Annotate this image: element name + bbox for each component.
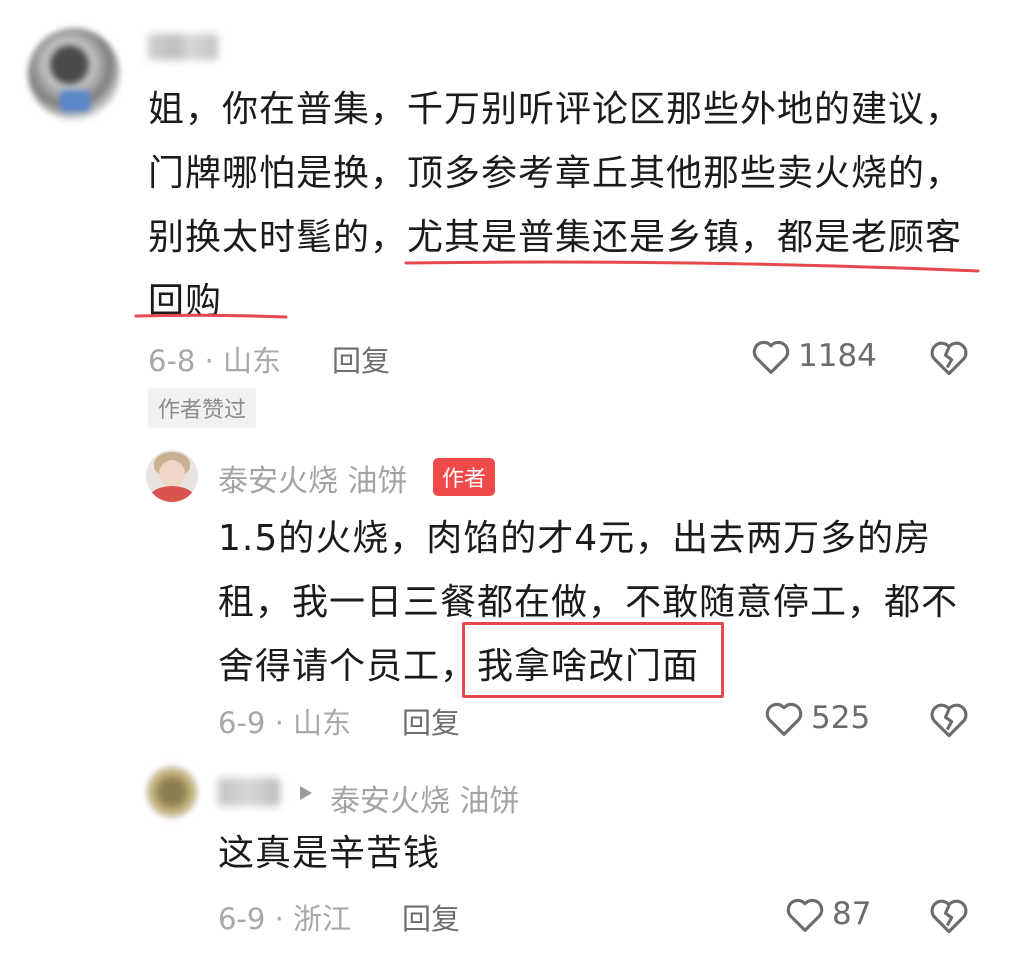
broken-heart-icon[interactable] — [928, 337, 970, 377]
comment-line: 门牌哪怕是换，顶多参考章丘其他那些卖火烧的， — [148, 153, 963, 194]
heart-outline-icon — [752, 340, 790, 374]
comment-text-segment: 舍得请个员工， — [218, 646, 478, 687]
username[interactable] — [218, 778, 280, 806]
like-count: 525 — [811, 700, 871, 736]
reply-button[interactable]: 回复 — [402, 700, 460, 742]
comment-text-segment: 别换太时髦的， — [148, 217, 408, 258]
comment-meta: 6-9 · 山东 — [218, 706, 352, 740]
like-button[interactable]: 1184 — [750, 337, 877, 375]
heart-outline-icon — [765, 702, 803, 736]
like-count: 87 — [832, 896, 872, 932]
comment-line: 回购 — [148, 281, 223, 322]
heart-outline-icon — [786, 898, 824, 932]
reply-button[interactable]: 回复 — [402, 896, 460, 938]
like-button[interactable]: 525 — [763, 699, 870, 737]
username[interactable]: 泰安火烧 油饼 — [218, 456, 408, 500]
like-count: 1184 — [798, 338, 877, 374]
avatar[interactable] — [28, 28, 120, 120]
avatar[interactable] — [146, 450, 198, 502]
comment-line: 姐，你在普集，千万别听评论区那些外地的建议， — [148, 89, 963, 130]
comment-meta: 6-8 · 山东 — [148, 344, 282, 378]
reply-button[interactable]: 回复 — [332, 338, 390, 380]
username[interactable] — [148, 34, 218, 60]
broken-heart-icon[interactable] — [928, 895, 970, 935]
broken-heart-icon[interactable] — [928, 699, 970, 739]
underline-annotation — [404, 260, 980, 273]
comment-body: 姐，你在普集，千万别听评论区那些外地的建议， 门牌哪怕是换，顶多参考章丘其他那些… — [148, 78, 998, 334]
author-badge: 作者 — [433, 458, 496, 496]
highlight-box-annotation — [462, 622, 724, 698]
comment-meta: 6-9 · 浙江 — [218, 902, 352, 936]
avatar[interactable] — [146, 766, 198, 818]
reply-to-username[interactable]: 泰安火烧 油饼 — [330, 776, 520, 820]
comment-body: 这真是辛苦钱 — [218, 822, 998, 886]
play-triangle-icon — [300, 786, 312, 800]
like-button[interactable]: 87 — [784, 895, 871, 933]
underline-annotation — [134, 313, 288, 319]
comment-line: 1.5的火烧，肉馅的才4元，出去两万多的房 — [218, 518, 932, 559]
comment-text-segment: 尤其是普集还是乡镇，都是老顾客 — [407, 217, 963, 258]
author-liked-tag: 作者赞过 — [148, 388, 257, 428]
comment-line: 这真是辛苦钱 — [218, 833, 441, 874]
